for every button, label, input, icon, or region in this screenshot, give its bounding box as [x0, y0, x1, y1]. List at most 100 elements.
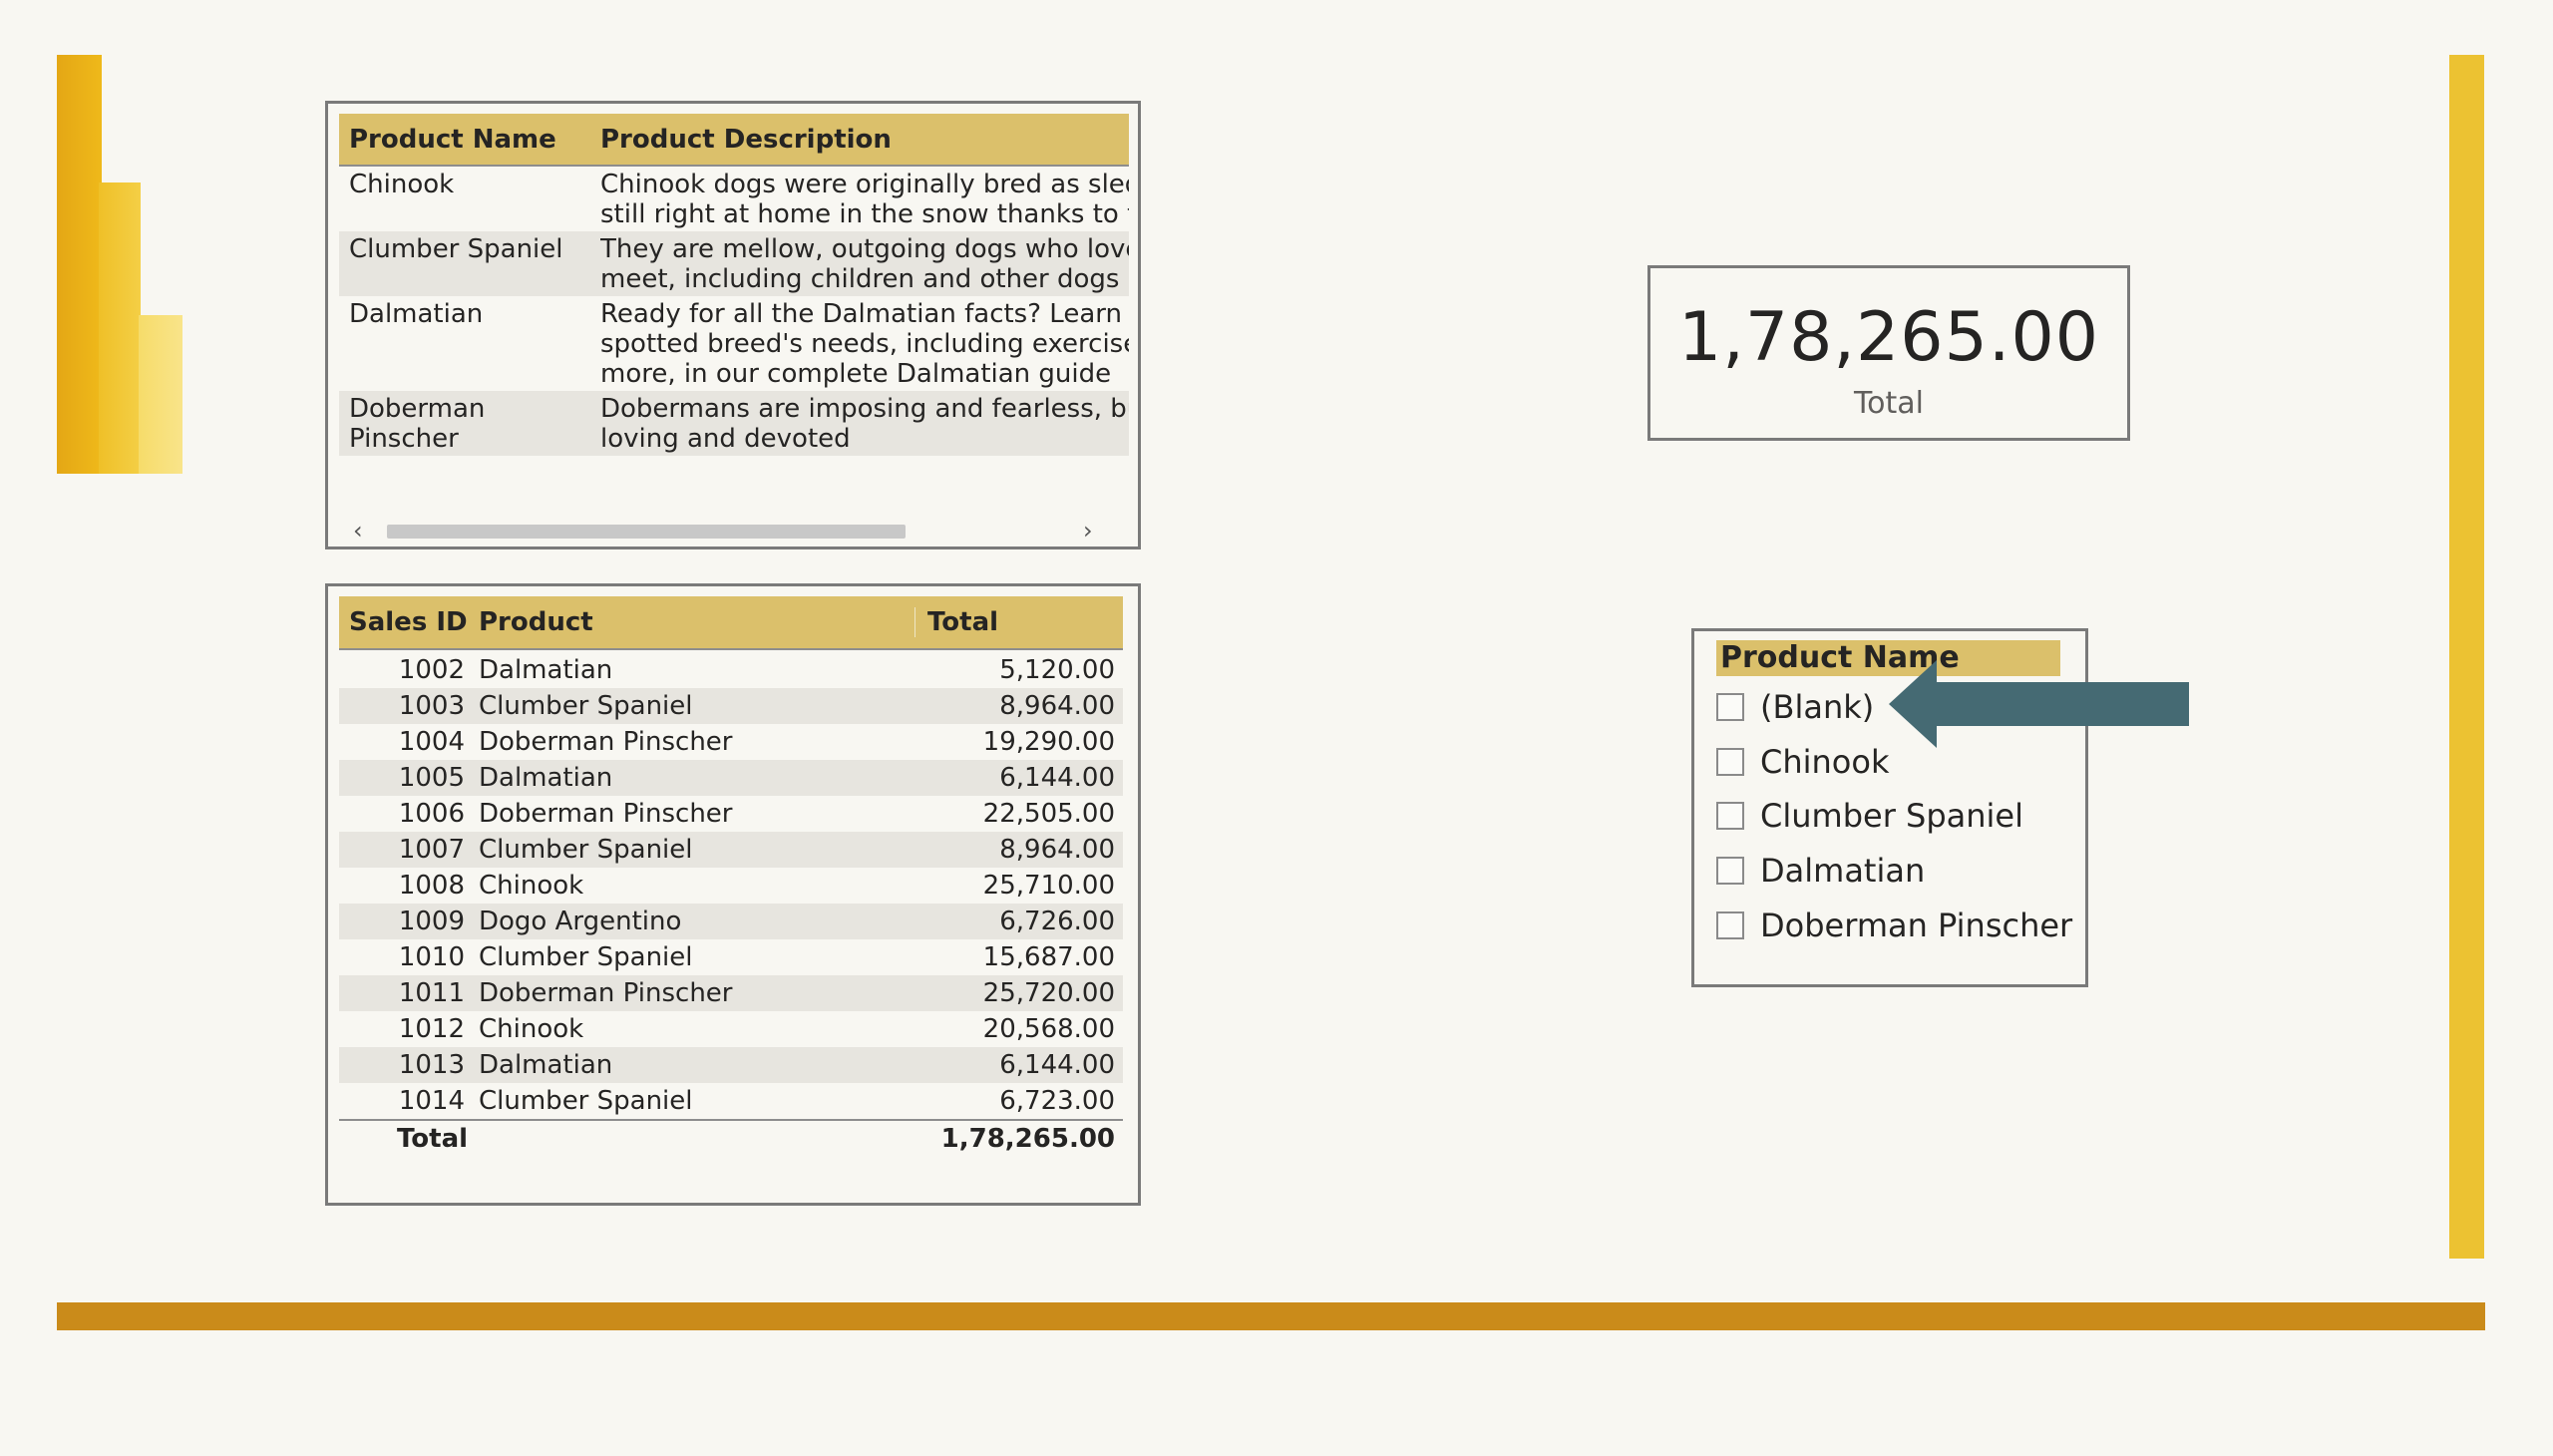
- cell-product: Clumber Spaniel: [479, 691, 693, 721]
- cell-product-description: Ready for all the Dalmatian facts? Learn…: [600, 299, 1129, 389]
- cell-sales-id: 1013: [398, 1050, 465, 1080]
- cell-total: 19,290.00: [982, 727, 1115, 757]
- cell-product: Clumber Spaniel: [479, 942, 693, 972]
- cell-product: Chinook: [479, 1014, 584, 1044]
- sales-table[interactable]: Sales ID Product Total 1002 Dalmatian 5,12…: [325, 583, 1141, 1206]
- cell-product: Dalmatian: [479, 655, 613, 685]
- cell-product-name: Doberman Pinscher: [349, 394, 486, 454]
- cell-sales-id: 1011: [398, 978, 465, 1008]
- cell-sales-id: 1005: [398, 763, 465, 793]
- horizontal-scrollbar[interactable]: ‹ ›: [345, 517, 1103, 545]
- column-header-sales-id[interactable]: Sales ID: [339, 607, 477, 637]
- table-row[interactable]: Dalmatian Ready for all the Dalmatian fa…: [339, 296, 1129, 391]
- cell-product: Doberman Pinscher: [479, 799, 733, 829]
- cell-total: 22,505.00: [982, 799, 1115, 829]
- table-row[interactable]: 1013 Dalmatian 6,144.00: [339, 1047, 1123, 1083]
- column-header-product-name[interactable]: Product Name: [339, 125, 600, 155]
- checkbox-icon[interactable]: [1716, 911, 1744, 939]
- cell-product: Dalmatian: [479, 1050, 613, 1080]
- checkbox-icon[interactable]: [1716, 693, 1744, 721]
- table-row[interactable]: 1014 Clumber Spaniel 6,723.00: [339, 1083, 1123, 1119]
- table-header: Product Name Product Description: [339, 114, 1129, 167]
- table-row[interactable]: 1005 Dalmatian 6,144.00: [339, 760, 1123, 796]
- table-row[interactable]: 1009 Dogo Argentino 6,726.00: [339, 904, 1123, 939]
- scrollbar-thumb[interactable]: [387, 525, 906, 539]
- table-row[interactable]: 1010 Clumber Spaniel 15,687.00: [339, 939, 1123, 975]
- checkbox-icon[interactable]: [1716, 802, 1744, 830]
- column-header-total[interactable]: Total: [915, 607, 1123, 637]
- slicer-item-dalmatian[interactable]: Dalmatian: [1716, 851, 1925, 891]
- table-row[interactable]: Clumber Spaniel They are mellow, outgoin…: [339, 231, 1129, 296]
- cell-product: Doberman Pinscher: [479, 978, 733, 1008]
- cell-total: 15,687.00: [982, 942, 1115, 972]
- cell-sales-id: 1003: [398, 691, 465, 721]
- slicer-item-label: (Blank): [1760, 688, 1875, 726]
- slicer-item-doberman-pinscher[interactable]: Doberman Pinscher: [1716, 906, 2072, 945]
- cell-total: 20,568.00: [982, 1014, 1115, 1044]
- total-value: 1,78,265.00: [940, 1124, 1115, 1154]
- cell-total: 6,726.00: [999, 907, 1115, 936]
- table-row[interactable]: 1006 Doberman Pinscher 22,505.00: [339, 796, 1123, 832]
- table-row[interactable]: 1002 Dalmatian 5,120.00: [339, 652, 1123, 688]
- logo-bar-mid: [99, 182, 141, 474]
- card-label: Total: [1853, 386, 1925, 421]
- table-row[interactable]: 1008 Chinook 25,710.00: [339, 868, 1123, 904]
- column-header-product[interactable]: Product: [477, 607, 915, 637]
- cell-total: 8,964.00: [999, 835, 1115, 865]
- table-row[interactable]: 1012 Chinook 20,568.00: [339, 1011, 1123, 1047]
- cell-total: 25,710.00: [982, 871, 1115, 901]
- slicer-item-clumber-spaniel[interactable]: Clumber Spaniel: [1716, 796, 2023, 836]
- cell-product: Clumber Spaniel: [479, 835, 693, 865]
- card-value: 1,78,265.00: [1678, 298, 2099, 377]
- table-row[interactable]: Chinook Chinook dogs were originally bre…: [339, 167, 1129, 231]
- cell-product-name: Clumber Spaniel: [349, 234, 563, 264]
- table-row[interactable]: 1007 Clumber Spaniel 8,964.00: [339, 832, 1123, 868]
- table-row[interactable]: 1004 Doberman Pinscher 19,290.00: [339, 724, 1123, 760]
- slicer-item-label: Clumber Spaniel: [1760, 797, 2023, 835]
- scroll-right-arrow-icon[interactable]: ›: [1083, 517, 1093, 545]
- cell-product: Dogo Argentino: [479, 907, 682, 936]
- cell-product-name: Chinook: [349, 170, 455, 199]
- cell-product-description: They are mellow, outgoing dogs who love …: [600, 234, 1129, 294]
- cell-product: Clumber Spaniel: [479, 1086, 693, 1116]
- column-header-product-description[interactable]: Product Description: [600, 125, 1129, 155]
- cell-sales-id: 1008: [398, 871, 465, 901]
- table-row[interactable]: Doberman Pinscher Dobermans are imposing…: [339, 391, 1129, 456]
- checkbox-icon[interactable]: [1716, 857, 1744, 885]
- bottom-accent-bar: [57, 1302, 2485, 1330]
- logo-bar-short: [139, 315, 182, 474]
- powerbi-logo: [57, 55, 182, 474]
- slicer-item-label: Chinook: [1760, 743, 1890, 781]
- cell-product-description: Dobermans are imposing and fearless, bu …: [600, 394, 1129, 454]
- scroll-left-arrow-icon[interactable]: ‹: [353, 517, 363, 545]
- product-description-table[interactable]: Product Name Product Description Chinook…: [325, 101, 1141, 549]
- slicer-item-blank[interactable]: (Blank): [1716, 687, 1874, 727]
- cell-sales-id: 1004: [398, 727, 465, 757]
- cell-sales-id: 1009: [398, 907, 465, 936]
- cell-product: Dalmatian: [479, 763, 613, 793]
- logo-bar-tall: [57, 55, 102, 474]
- slicer-item-label: Doberman Pinscher: [1760, 907, 2073, 944]
- cell-sales-id: 1006: [398, 799, 465, 829]
- checkbox-icon[interactable]: [1716, 748, 1744, 776]
- total-label: Total: [397, 1124, 469, 1154]
- total-card[interactable]: 1,78,265.00 Total: [1647, 265, 2130, 441]
- cell-total: 8,964.00: [999, 691, 1115, 721]
- slicer-item-label: Dalmatian: [1760, 852, 1926, 890]
- slicer-item-chinook[interactable]: Chinook: [1716, 742, 1889, 782]
- callout-arrow-icon: [1889, 660, 2189, 748]
- cell-product-name: Dalmatian: [349, 299, 484, 329]
- cell-total: 6,144.00: [999, 763, 1115, 793]
- cell-sales-id: 1012: [398, 1014, 465, 1044]
- cell-sales-id: 1010: [398, 942, 465, 972]
- table-row[interactable]: 1003 Clumber Spaniel 8,964.00: [339, 688, 1123, 724]
- cell-total: 25,720.00: [982, 978, 1115, 1008]
- cell-product: Doberman Pinscher: [479, 727, 733, 757]
- table-header: Sales ID Product Total: [339, 596, 1123, 650]
- cell-total: 5,120.00: [999, 655, 1115, 685]
- table-row[interactable]: 1011 Doberman Pinscher 25,720.00: [339, 975, 1123, 1011]
- table-total-row: Total 1,78,265.00: [339, 1119, 1123, 1157]
- cell-product: Chinook: [479, 871, 584, 901]
- cell-sales-id: 1007: [398, 835, 465, 865]
- cell-total: 6,144.00: [999, 1050, 1115, 1080]
